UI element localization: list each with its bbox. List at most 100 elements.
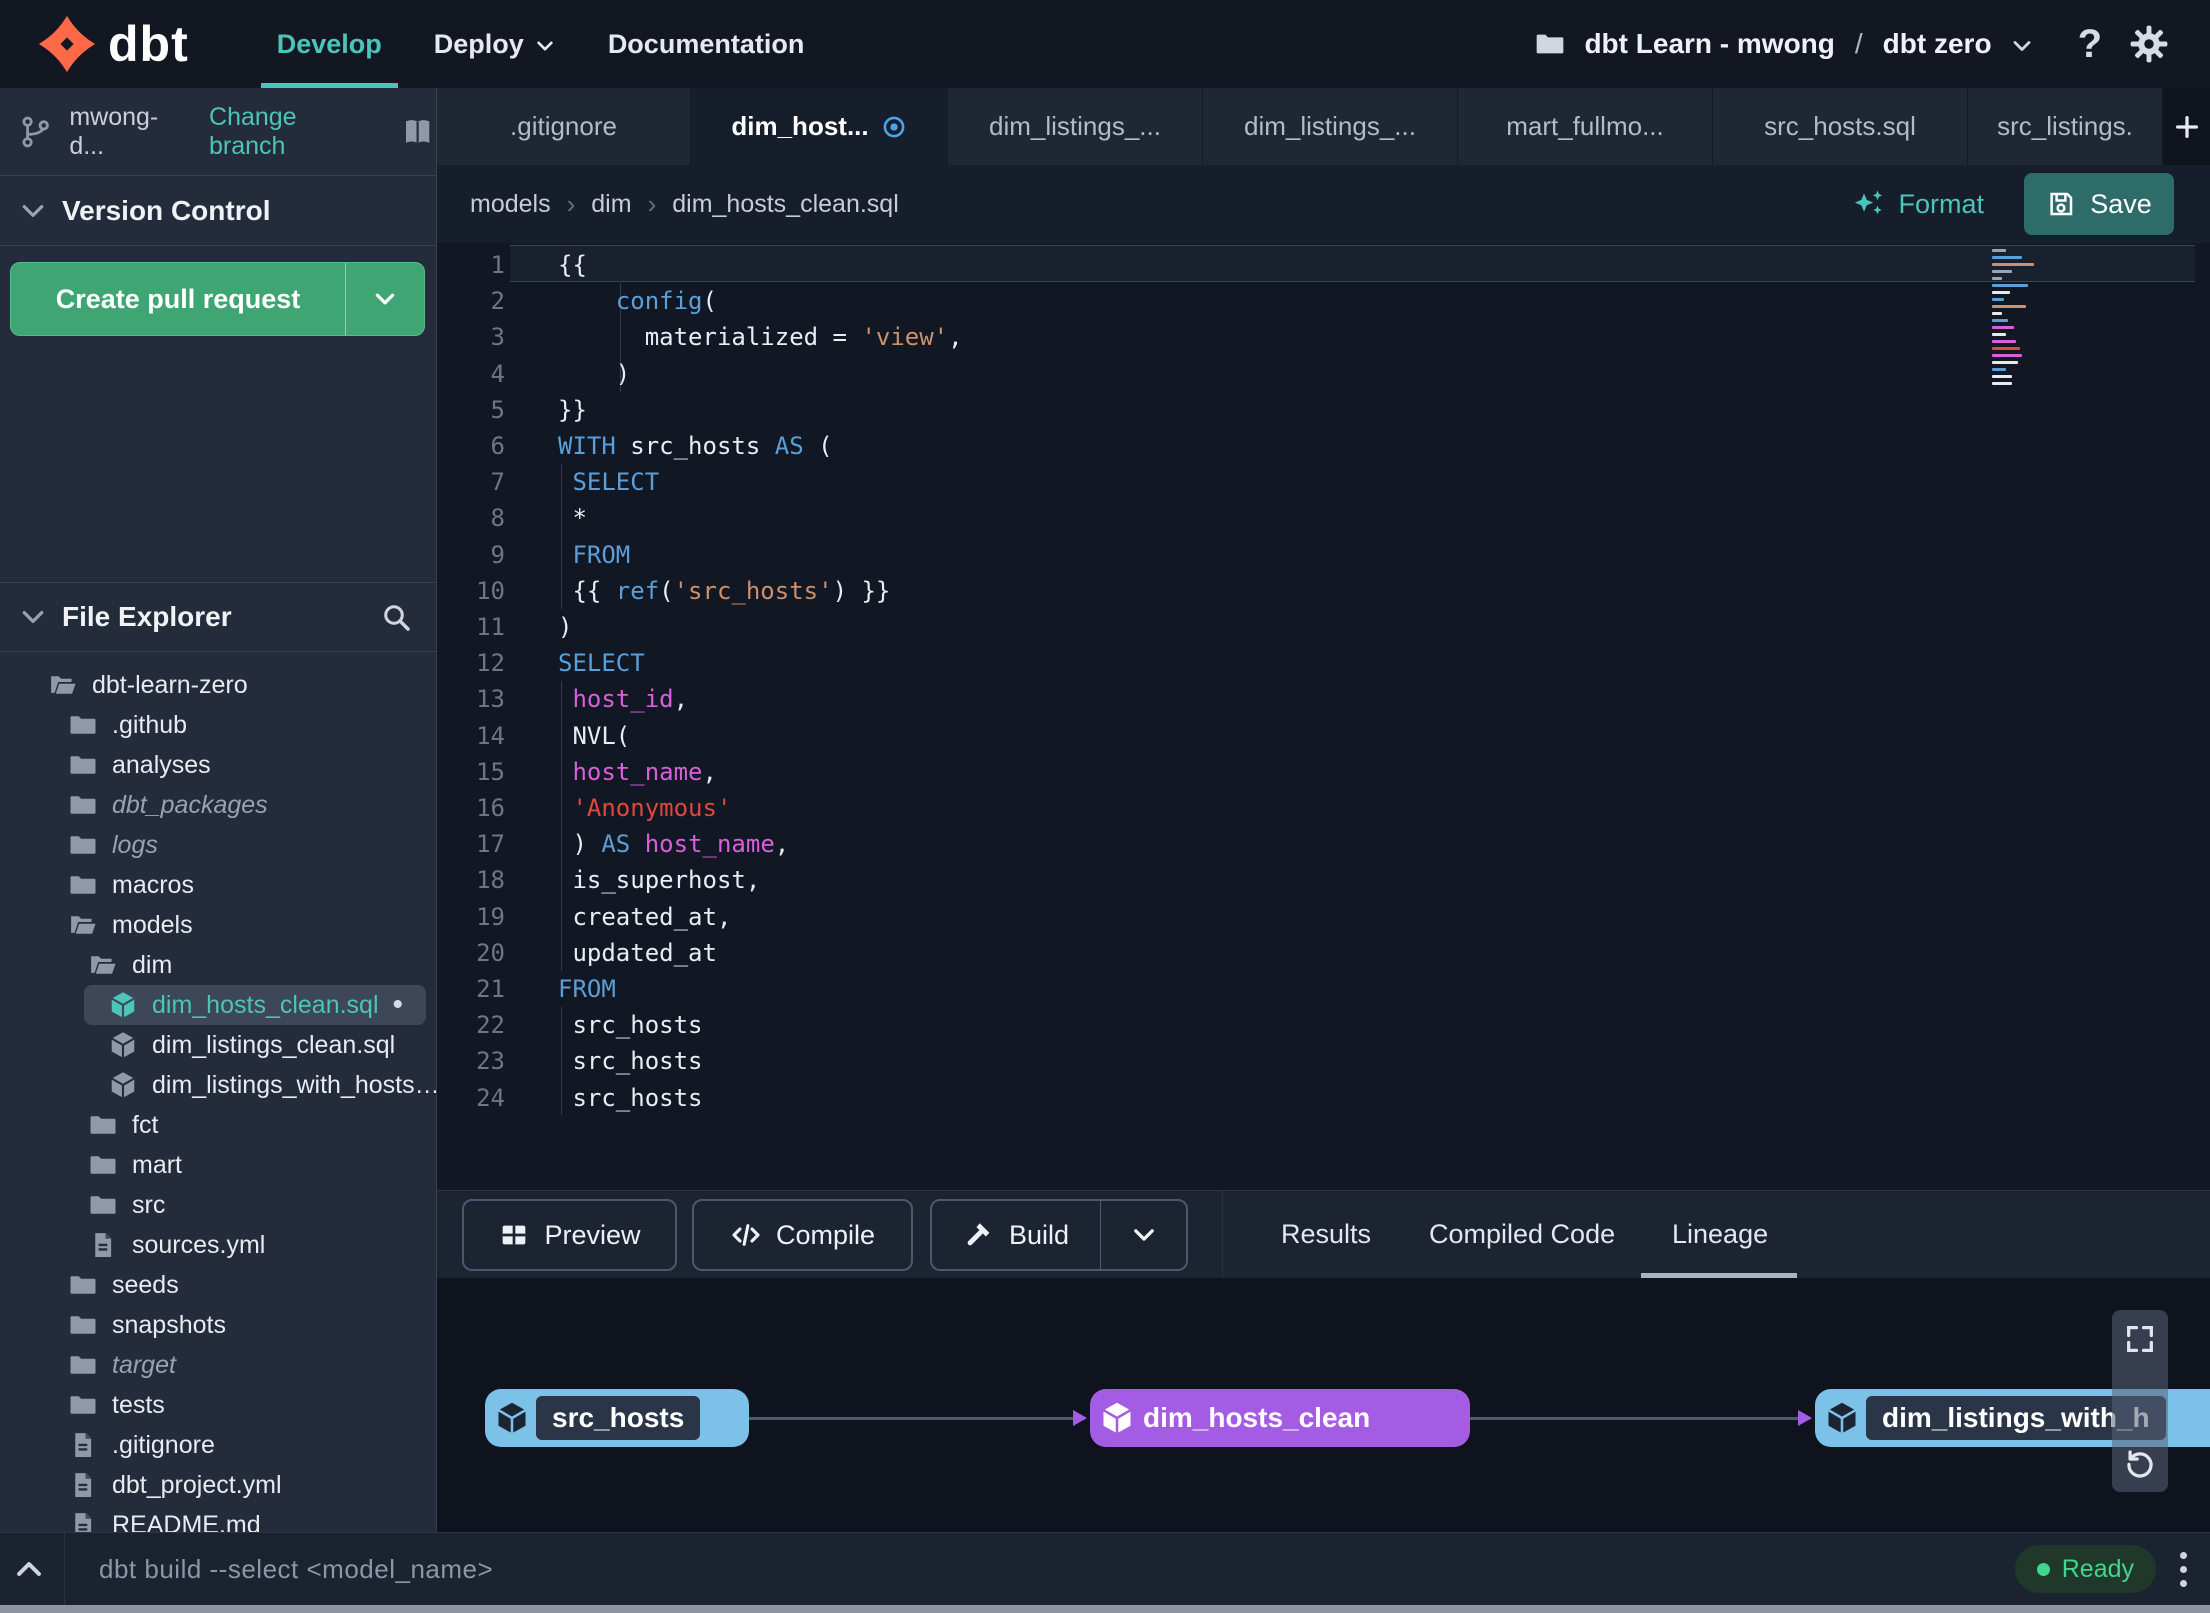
tree-item-snapshots[interactable]: snapshots <box>0 1305 436 1345</box>
tree-item-sources.yml[interactable]: sources.yml <box>0 1225 436 1265</box>
code-line: * <box>558 504 587 533</box>
project-name[interactable]: dbt zero <box>1883 28 1992 60</box>
search-icon[interactable] <box>380 601 412 633</box>
command-input[interactable]: dbt build --select <model_name> <box>99 1554 493 1585</box>
line-number: 2 <box>490 287 505 316</box>
line-number: 16 <box>476 794 505 823</box>
refresh-icon[interactable] <box>2123 1446 2157 1480</box>
minimap[interactable] <box>1992 249 2048 389</box>
tab-lineage[interactable]: Lineage <box>1672 1191 1768 1278</box>
code-editor[interactable]: 1 2 3 4 5 6 7 8 9 10 11 12 13 14 15 16 17 18 19 20 21 22 23 24 … <box>437 243 2210 1190</box>
tree-item-.github[interactable]: .github <box>0 705 436 745</box>
tree-item-dbt-learn-zero[interactable]: dbt-learn-zero <box>0 665 436 705</box>
fullscreen-icon[interactable] <box>2123 1322 2157 1356</box>
tree-item-seeds[interactable]: seeds <box>0 1265 436 1305</box>
change-branch-link[interactable]: Change branch <box>209 103 377 161</box>
model-icon <box>108 1030 138 1060</box>
code-line: NVL( <box>558 721 631 750</box>
line-number: 22 <box>476 1011 505 1040</box>
status-text: Ready <box>2061 1554 2134 1583</box>
line-number: 19 <box>476 902 505 931</box>
line-number: 3 <box>490 323 505 352</box>
build-button[interactable]: Build <box>930 1199 1188 1271</box>
tree-item-dim_listings_with_hosts[interactable]: dim_listings_with_hosts… <box>0 1065 436 1105</box>
tree-item-logs[interactable]: logs <box>0 825 436 865</box>
docs-book-icon[interactable] <box>399 113 436 151</box>
help-icon[interactable]: ? <box>2078 22 2102 67</box>
breadcrumb-segment[interactable]: models <box>470 190 551 219</box>
dbt-logo[interactable]: dbt <box>36 13 189 75</box>
minimap-line <box>1992 298 2004 301</box>
file-tab-1[interactable]: .gitignore <box>437 88 691 165</box>
tree-item-models[interactable]: models <box>0 905 436 945</box>
tab-compiled-code[interactable]: Compiled Code <box>1429 1191 1615 1278</box>
account-name[interactable]: dbt Learn - mwong <box>1584 28 1834 60</box>
folder-open-icon <box>68 910 98 940</box>
kebab-menu-icon[interactable] <box>2180 1551 2190 1587</box>
chevron-down-icon[interactable] <box>18 602 48 632</box>
breadcrumb-chevron-icon: › <box>566 188 576 219</box>
breadcrumb-segment[interactable]: dim <box>591 190 631 219</box>
nav-item-documentation[interactable]: Documentation <box>582 0 831 88</box>
tree-item-dbt_project.yml[interactable]: dbt_project.yml <box>0 1465 436 1505</box>
lineage-graph[interactable]: src_hosts dim_hosts_clean dim_listings_wit… <box>437 1278 2210 1532</box>
tree-item-.gitignore[interactable]: .gitignore <box>0 1425 436 1465</box>
chevron-down-icon[interactable] <box>18 196 48 226</box>
file-icon <box>68 1430 98 1460</box>
folder-icon <box>88 1110 118 1140</box>
file-tab-5[interactable]: mart_fullmo... <box>1458 88 1713 165</box>
chevron-down-icon[interactable] <box>2010 34 2034 58</box>
tree-item-mart[interactable]: mart <box>0 1145 436 1185</box>
file-explorer-header[interactable]: File Explorer <box>0 582 436 652</box>
file-tab-3[interactable]: dim_listings_... <box>948 88 1203 165</box>
tree-item-label: dbt_project.yml <box>112 1470 282 1499</box>
tree-item-src[interactable]: src <box>0 1185 436 1225</box>
file-tab-6[interactable]: src_hosts.sql <box>1713 88 1968 165</box>
file-tab-2[interactable]: dim_host... <box>691 88 948 165</box>
breadcrumb-separator: / <box>1854 28 1863 59</box>
floppy-disk-icon <box>2046 189 2076 219</box>
preview-label: Preview <box>544 1219 641 1250</box>
code-content[interactable]: {{ config( materialized = 'view', )}} WIT… <box>558 247 963 1116</box>
line-number: 15 <box>476 757 505 786</box>
model-cube-icon <box>1099 1400 1135 1436</box>
new-tab-button[interactable] <box>2163 88 2210 165</box>
tree-item-tests[interactable]: tests <box>0 1385 436 1425</box>
lineage-edge <box>1470 1410 1812 1426</box>
compile-button[interactable]: Compile <box>692 1199 913 1271</box>
lineage-node-src_hosts[interactable]: src_hosts <box>485 1389 749 1447</box>
folder-icon <box>68 870 98 900</box>
tree-item-dim_listings_clean.sql[interactable]: dim_listings_clean.sql <box>0 1025 436 1065</box>
bottom-panel-toolbar: Preview Compile Build Results Compiled C… <box>437 1190 2210 1278</box>
chevron-up-icon[interactable] <box>12 1552 46 1586</box>
tree-item-dim[interactable]: dim <box>0 945 436 985</box>
nav-item-develop[interactable]: Develop <box>251 0 408 88</box>
folder-icon <box>68 750 98 780</box>
save-button[interactable]: Save <box>2024 173 2174 235</box>
format-button[interactable]: Format <box>1852 187 1984 221</box>
lineage-node-dim_hosts_clean[interactable]: dim_hosts_clean <box>1090 1389 1470 1447</box>
bottom-scrollbar[interactable] <box>0 1605 2210 1613</box>
hammer-icon <box>963 1219 995 1251</box>
folder-icon <box>68 1350 98 1380</box>
file-tab-4[interactable]: dim_listings_... <box>1203 88 1458 165</box>
tree-item-dim_hosts_clean.sql[interactable]: dim_hosts_clean.sql • <box>84 985 426 1025</box>
tab-results[interactable]: Results <box>1281 1191 1371 1278</box>
branch-name[interactable]: mwong-d... <box>69 103 187 161</box>
breadcrumb-segment[interactable]: dim_hosts_clean.sql <box>672 190 899 219</box>
tree-item-macros[interactable]: macros <box>0 865 436 905</box>
tree-item-dbt_packages[interactable]: dbt_packages <box>0 785 436 825</box>
create-pull-request-button[interactable]: Create pull request <box>10 262 425 336</box>
tree-item-analyses[interactable]: analyses <box>0 745 436 785</box>
build-dropdown-toggle[interactable] <box>1100 1201 1186 1269</box>
tree-item-target[interactable]: target <box>0 1345 436 1385</box>
file-tab-7[interactable]: src_listings. <box>1968 88 2163 165</box>
version-control-header[interactable]: Version Control <box>0 176 436 246</box>
pr-dropdown-toggle[interactable] <box>346 263 424 335</box>
preview-button[interactable]: Preview <box>462 1199 677 1271</box>
tree-item-fct[interactable]: fct <box>0 1105 436 1145</box>
nav-item-deploy[interactable]: Deploy <box>408 0 582 88</box>
tree-item-README.md[interactable]: README.md <box>0 1505 436 1532</box>
settings-gear-icon[interactable] <box>2128 23 2170 65</box>
save-label: Save <box>2090 188 2152 219</box>
